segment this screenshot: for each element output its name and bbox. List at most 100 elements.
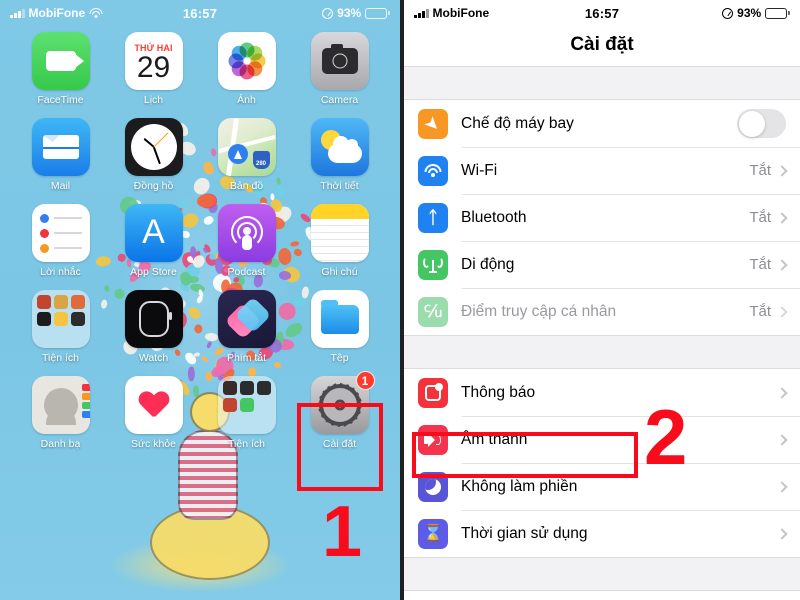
bluetooth-icon: ᛏ [427, 208, 439, 227]
app-label: Mail [50, 180, 71, 192]
carrier-name: MobiFone [28, 6, 86, 20]
row-icon [418, 471, 448, 502]
home-app-camera[interactable]: Camera [293, 32, 386, 106]
app-label: FaceTime [37, 94, 84, 106]
airplane-icon: ➤ [420, 111, 446, 136]
screen-time-hourglass-icon: ⌛ [423, 524, 443, 542]
settings-row-thời-gian-sử-dụng[interactable]: ⌛ Thời gian sử dụng [404, 510, 800, 557]
row-value: Tắt [749, 162, 771, 179]
clock-icon [124, 118, 183, 176]
home-status-bar: MobiFone 16:57 93% [0, 0, 400, 26]
settings-row-cài-đặt-chung[interactable]: Cài đặt chung1 [404, 591, 800, 600]
settings-row-điểm-truy-cập-cá-nhân[interactable]: ℆ Điểm truy cập cá nhân Tắt [404, 288, 800, 335]
home-app-danh-bạ[interactable]: Danh bạ [14, 376, 107, 450]
row-label: Điểm truy cập cá nhân [461, 302, 617, 320]
home-app-đồng-hồ[interactable]: Đồng hồ [107, 118, 200, 192]
battery-icon [365, 7, 390, 19]
wifi-icon [89, 8, 103, 18]
maps-icon: 280 [217, 118, 276, 176]
settings-row-bluetooth[interactable]: ᛏ Bluetooth Tắt [404, 194, 800, 241]
reminders-icon [31, 204, 90, 262]
app-label: Bản đồ [229, 180, 264, 192]
app-label: Đồng hồ [133, 180, 174, 192]
home-app-podcast[interactable]: Podcast [200, 204, 293, 278]
chevron-right-icon [776, 258, 788, 271]
home-app-cài-đặt[interactable]: 1 Cài đặt [293, 371, 386, 450]
row-label: Wi-Fi [461, 161, 498, 179]
annotation-step-one: 1 [322, 492, 363, 572]
home-app-bản-đồ[interactable]: 280 Bản đồ [200, 118, 293, 192]
home-app-ảnh[interactable]: Ảnh [200, 32, 293, 106]
app-label: Tiện ích [228, 438, 265, 450]
chevron-right-icon [776, 305, 788, 318]
app-label: Lời nhắc [40, 266, 81, 278]
settings-row-wi-fi[interactable]: Wi-Fi Tắt [404, 147, 800, 194]
app-label: Watch [138, 352, 169, 364]
settings-row-di-động[interactable]: Di động Tắt [404, 241, 800, 288]
settings-list: ➤ Chế độ máy bay Wi-Fi Tắt ᛏ Bluetooth Tắt Di đ… [404, 66, 800, 600]
settings-row-ch-độ-máy-bay[interactable]: ➤ Chế độ máy bay [404, 100, 800, 147]
app-label: Tiện ích [42, 352, 79, 364]
battery-percent: 93% [337, 6, 362, 20]
row-toggle[interactable] [737, 109, 786, 138]
home-app-facetime[interactable]: FaceTime [14, 32, 107, 106]
home-app-grid: FaceTime THỨ HAI 29 Lịch Ảnh Camera Mail Đồng h… [0, 26, 400, 450]
camera-icon [310, 32, 369, 90]
app-badge: 1 [355, 371, 375, 390]
chevron-right-icon [776, 527, 788, 540]
notifications-icon [425, 382, 443, 401]
files-icon [310, 290, 369, 348]
app-label: Cài đặt [322, 438, 357, 450]
tutorial-screenshot: MobiFone 16:57 93% FaceTime THỨ HAI 29 Lịch… [0, 0, 800, 600]
shortcuts-icon [217, 290, 276, 348]
home-app-thời-tiết[interactable]: Thời tiết [293, 118, 386, 192]
chevron-right-icon [776, 480, 788, 493]
row-icon: ⌛ [418, 518, 448, 549]
row-label: Di động [461, 255, 515, 273]
home-app-lời-nhắc[interactable]: Lời nhắc [14, 204, 107, 278]
home-app-tiện-ích[interactable]: Tiện ích [14, 290, 107, 364]
app-label: Sức khỏe [131, 438, 176, 450]
app-label: Lịch [143, 94, 164, 106]
home-app-mail[interactable]: Mail [14, 118, 107, 192]
settings-group-2: Cài đặt chung1 [404, 591, 800, 600]
home-app-sức-khỏe[interactable]: Sức khỏe [107, 376, 200, 450]
wifi-icon [424, 164, 442, 177]
row-label: Âm thanh [461, 430, 528, 448]
podcasts-icon [217, 204, 276, 262]
carrier-name: MobiFone [432, 6, 490, 20]
settings-row-không-làm-phiền[interactable]: Không làm phiền [404, 463, 800, 510]
settings-status-bar: MobiFone 16:57 93% [404, 0, 800, 26]
annotation-step-two: 2 [644, 393, 688, 481]
battery-percent: 93% [737, 6, 762, 20]
group-separator [404, 557, 800, 591]
cellular-icon [423, 256, 443, 273]
chevron-right-icon [776, 164, 788, 177]
row-value: Tắt [749, 303, 771, 320]
home-app-tiện-ích[interactable]: Tiện ích [200, 376, 293, 450]
row-icon [418, 155, 448, 186]
app-label: Camera [320, 94, 359, 106]
app-label: Thời tiết [320, 180, 359, 192]
row-label: Bluetooth [461, 208, 527, 226]
row-value: Tắt [749, 209, 771, 226]
maps-location-pin-icon [227, 144, 248, 164]
app-label: Danh bạ [40, 438, 81, 450]
home-app-tệp[interactable]: Tệp [293, 290, 386, 364]
home-app-watch[interactable]: Watch [107, 290, 200, 364]
home-app-app-store[interactable]: A App Store [107, 204, 200, 278]
facetime-icon [31, 32, 90, 90]
signal-bars-icon [10, 8, 25, 18]
home-app-ghi-chú[interactable]: Ghi chú [293, 204, 386, 278]
settings-row-thông-báo[interactable]: Thông báo [404, 369, 800, 416]
chevron-right-icon [776, 433, 788, 446]
home-app-phím-tắt[interactable]: Phím tắt [200, 290, 293, 364]
status-clock: 16:57 [182, 5, 218, 21]
home-app-lịch[interactable]: THỨ HAI 29 Lịch [107, 32, 200, 106]
settings-row-âm-thanh[interactable]: Âm thanh [404, 416, 800, 463]
folder-icon [31, 290, 90, 348]
row-icon: ᛏ [418, 202, 448, 233]
health-icon [124, 376, 183, 434]
row-icon: ℆ [418, 296, 448, 327]
calendar-icon: THỨ HAI 29 [124, 32, 183, 90]
